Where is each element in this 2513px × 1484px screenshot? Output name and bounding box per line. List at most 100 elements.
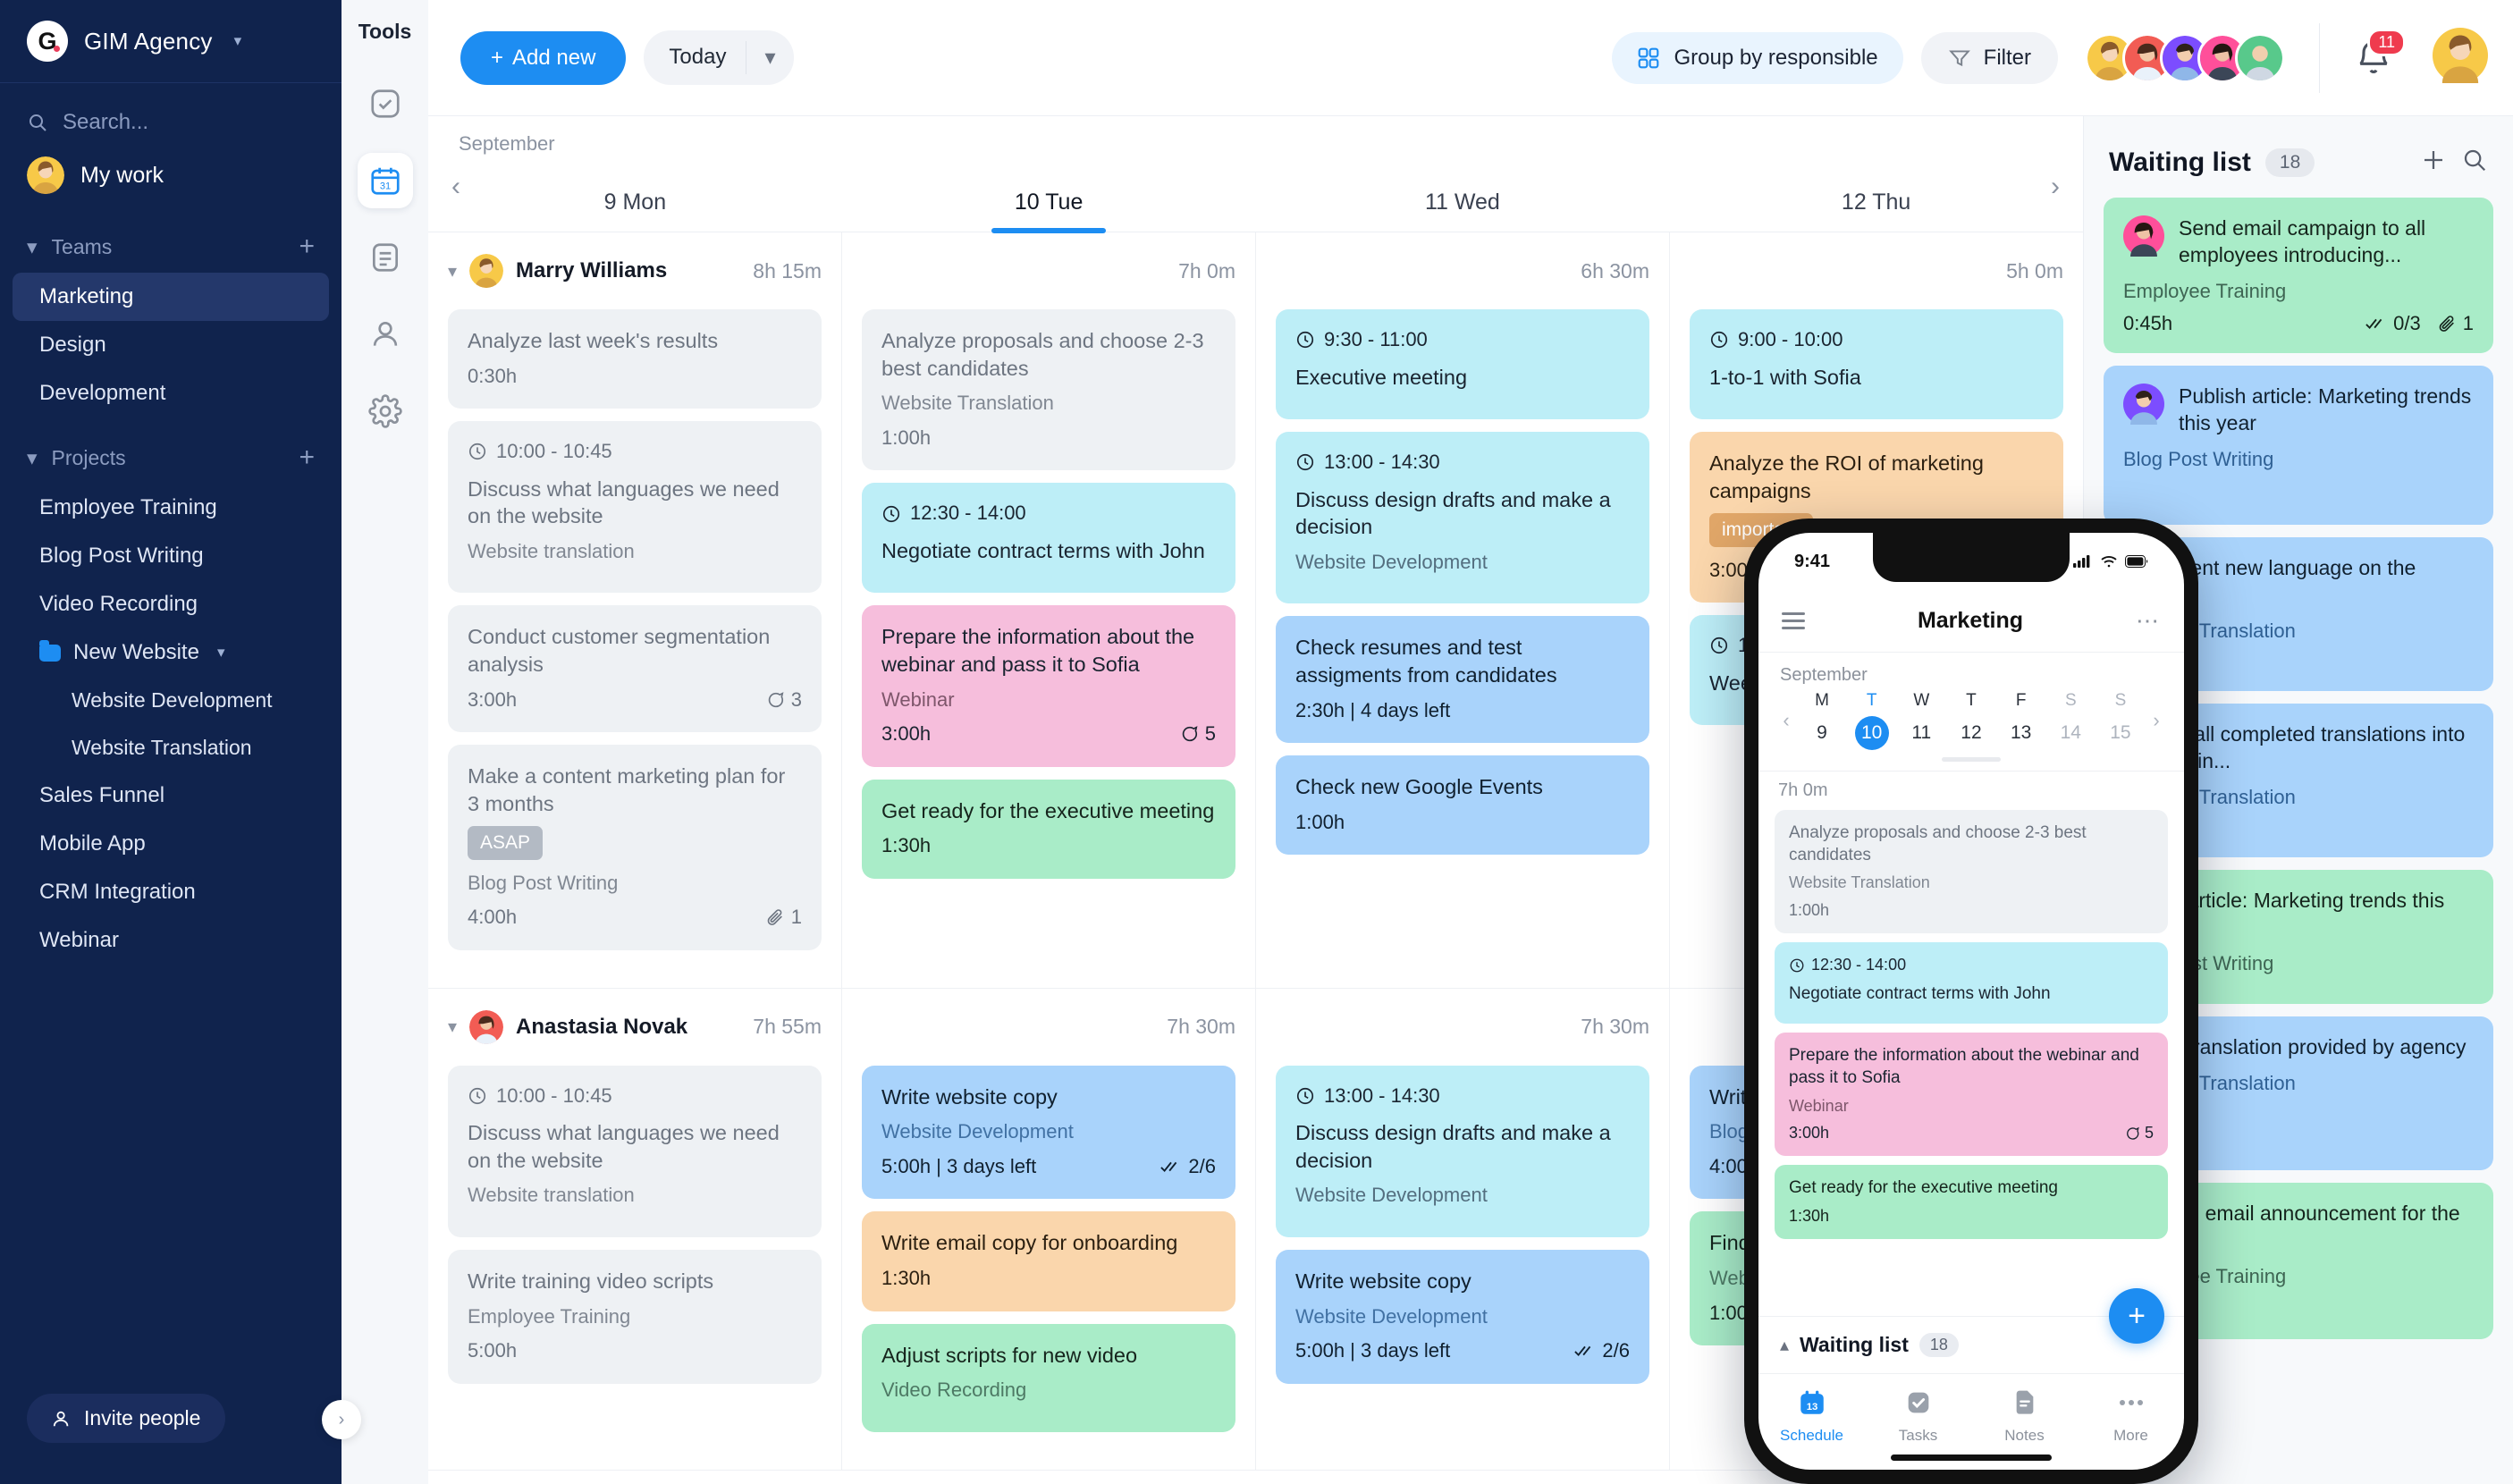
rail-item-notes[interactable] <box>358 230 413 285</box>
task-card[interactable]: 9:30 - 11:00 Executive meeting <box>1276 309 1649 420</box>
task-title: Check new Google Events <box>1295 775 1543 799</box>
phone-task-card[interactable]: Prepare the information about the webina… <box>1775 1033 2168 1157</box>
phone-day-12[interactable]: T 12 <box>1951 691 1992 750</box>
task-card[interactable]: Check new Google Events 1:00h <box>1276 755 1649 856</box>
task-card[interactable]: Adjust scripts for new video Video Recor… <box>862 1323 1235 1432</box>
sidebar-item-marketing[interactable]: Marketing <box>13 273 329 321</box>
sidebar-collapse-button[interactable]: › <box>322 1400 361 1439</box>
sidebar-item-blog-post-writing[interactable]: Blog Post Writing <box>13 532 329 580</box>
sidebar-item-crm-integration[interactable]: CRM Integration <box>13 868 329 916</box>
sidebar-item-employee-training[interactable]: Employee Training <box>13 484 329 532</box>
phone-task-card[interactable]: Analyze proposals and choose 2-3 best ca… <box>1775 810 2168 934</box>
task-title: Discuss what languages we need on the we… <box>468 1121 780 1172</box>
phone-task-card[interactable]: Get ready for the executive meeting 1:30… <box>1775 1165 2168 1240</box>
phone-prev-week-button[interactable]: ‹ <box>1775 709 1798 732</box>
phone-waiting-list-bar[interactable]: ▴ Waiting list 18 + <box>1758 1288 2184 1373</box>
check-square-glyph <box>1908 1392 1928 1413</box>
waiting-list-item[interactable]: Send email campaign to all employees int… <box>2104 198 2493 353</box>
task-card[interactable]: 10:00 - 10:45 Discuss what languages we … <box>448 421 822 594</box>
day-header-12-thu[interactable]: 12 Thu <box>1669 190 2083 232</box>
workspace-switcher[interactable]: G GIM Agency ▾ <box>0 0 342 83</box>
filter-button[interactable]: Filter <box>1920 31 2058 84</box>
task-card[interactable]: Conduct customer segmentation analysis 3… <box>448 605 822 733</box>
phone-day-14[interactable]: S 14 <box>2050 691 2091 750</box>
search-input[interactable]: Search... <box>0 83 342 142</box>
task-card[interactable]: Analyze proposals and choose 2-3 best ca… <box>862 309 1235 471</box>
phone-day-13[interactable]: F 13 <box>2001 691 2042 750</box>
sidebar-item-sales-funnel[interactable]: Sales Funnel <box>13 772 329 820</box>
projects-section-header[interactable]: ▾ Projects + <box>0 417 342 484</box>
invite-people-button[interactable]: Invite people <box>27 1394 226 1443</box>
waiting-list-item[interactable]: Publish article: Marketing trends this y… <box>2104 365 2493 525</box>
task-title: Analyze proposals and choose 2-3 best ca… <box>881 329 1204 380</box>
sidebar-item-mobile-app[interactable]: Mobile App <box>13 820 329 868</box>
task-card[interactable]: Make a content marketing plan for 3 mont… <box>448 745 822 950</box>
user-row-header[interactable]: ▾ Anastasia Novak 7h 55m <box>448 989 822 1066</box>
rail-item-tasks[interactable] <box>358 76 413 131</box>
sidebar-item-new-website[interactable]: New Website ▾ <box>13 628 329 677</box>
sidebar-item-website-development[interactable]: Website Development <box>13 677 329 724</box>
add-team-button[interactable]: + <box>299 233 315 260</box>
task-title: Executive meeting <box>1295 365 1468 389</box>
notifications-button[interactable]: 11 <box>2354 28 2406 79</box>
sidebar-item-my-work[interactable]: My work <box>0 142 342 207</box>
phone-day-11[interactable]: W 11 <box>1901 691 1942 750</box>
task-card[interactable]: 13:00 - 14:30 Discuss design drafts and … <box>1276 432 1649 604</box>
phone-day-letter: S <box>2064 691 2077 710</box>
task-card[interactable]: Check resumes and test assigments from c… <box>1276 616 1649 744</box>
profile-avatar-button[interactable] <box>2433 28 2488 88</box>
drag-handle[interactable] <box>1942 757 2001 762</box>
phone-task-card[interactable]: 12:30 - 14:00 Negotiate contract terms w… <box>1775 942 2168 1024</box>
task-project: Website translation <box>468 539 635 562</box>
task-title: 1-to-1 with Sofia <box>1709 365 1861 389</box>
rail-item-calendar[interactable]: 31 <box>357 153 413 208</box>
teams-section-header[interactable]: ▾ Teams + <box>0 207 342 273</box>
task-card[interactable]: Write website copy Website Development 5… <box>1276 1249 1649 1384</box>
add-waiting-task-button[interactable] <box>2420 147 2447 178</box>
rail-item-settings[interactable] <box>358 384 413 439</box>
task-card[interactable]: 13:00 - 14:30 Discuss design drafts and … <box>1276 1065 1649 1237</box>
task-card[interactable]: Write email copy for onboarding 1:30h <box>862 1211 1235 1311</box>
user-row-header[interactable]: ▾ Marry Williams 8h 15m <box>448 232 822 309</box>
phone-next-week-button[interactable]: › <box>2145 709 2168 732</box>
sidebar-item-video-recording[interactable]: Video Recording <box>13 580 329 628</box>
hamburger-menu-icon[interactable] <box>1782 608 1805 634</box>
add-project-button[interactable]: + <box>299 444 315 471</box>
rail-item-people[interactable] <box>358 307 413 362</box>
chevron-down-icon[interactable]: ▾ <box>448 1016 457 1038</box>
chevron-down-icon[interactable]: ▾ <box>746 30 793 85</box>
task-tag: ASAP <box>468 826 544 860</box>
sidebar-item-design[interactable]: Design <box>13 321 329 369</box>
task-card[interactable]: Get ready for the executive meeting 1:30… <box>862 779 1235 879</box>
task-card[interactable]: Analyze last week's results 0:30h <box>448 309 822 409</box>
phone-day-9[interactable]: M9 <box>1801 691 1843 750</box>
group-by-responsible-button[interactable]: Group by responsible <box>1611 31 1903 84</box>
waiting-item-title: Publish article: Marketing trends this y… <box>2179 384 2472 434</box>
day-header-10-tue[interactable]: 10 Tue <box>842 190 1256 232</box>
phone-tab-schedule[interactable]: 13 Schedule <box>1758 1385 1865 1445</box>
add-new-button[interactable]: + Add new <box>460 30 627 85</box>
phone-day-15[interactable]: S 15 <box>2100 691 2141 750</box>
waiting-list-search-button[interactable] <box>2461 147 2488 178</box>
sidebar-item-website-translation[interactable]: Website Translation <box>13 724 329 772</box>
phone-day-10[interactable]: T 10 <box>1851 691 1893 750</box>
sidebar-item-webinar[interactable]: Webinar <box>13 916 329 965</box>
add-task-fab[interactable]: + <box>2109 1288 2164 1344</box>
task-card[interactable]: 9:00 - 10:00 1-to-1 with Sofia <box>1690 309 2063 420</box>
phone-tab-more[interactable]: More <box>2078 1385 2184 1445</box>
chevron-down-icon[interactable]: ▾ <box>448 260 457 282</box>
task-card[interactable]: Prepare the information about the webina… <box>862 605 1235 767</box>
more-options-icon[interactable]: ⋯ <box>2136 607 2161 635</box>
task-card[interactable]: Write website copy Website Development 5… <box>862 1065 1235 1200</box>
day-header-9-mon[interactable]: 9 Mon <box>428 190 842 232</box>
user-total-hours: 7h 55m <box>753 1015 822 1039</box>
phone-tab-tasks[interactable]: Tasks <box>1865 1385 1971 1445</box>
task-card[interactable]: Write training video scripts Employee Tr… <box>448 1249 822 1384</box>
today-selector[interactable]: Today ▾ <box>644 30 794 85</box>
day-header-11-wed[interactable]: 11 Wed <box>1256 190 1670 232</box>
member-avatars[interactable] <box>2085 32 2285 83</box>
phone-tab-notes[interactable]: Notes <box>1971 1385 2078 1445</box>
task-card[interactable]: 12:30 - 14:00 Negotiate contract terms w… <box>862 483 1235 594</box>
sidebar-item-development[interactable]: Development <box>13 369 329 417</box>
task-card[interactable]: 10:00 - 10:45 Discuss what languages we … <box>448 1065 822 1237</box>
